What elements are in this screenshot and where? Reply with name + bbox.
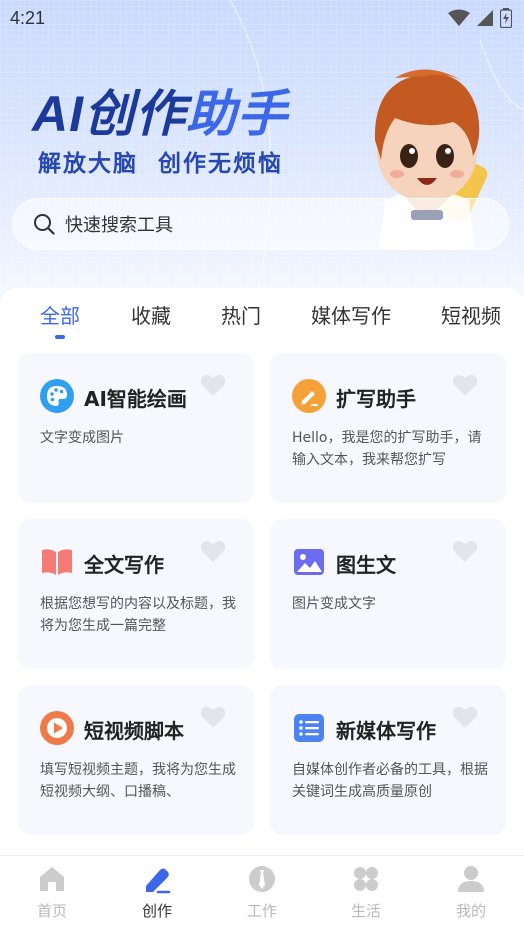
nav-item-create[interactable]: 创作 (117, 864, 197, 921)
card-description: 根据您想写的内容以及标题，我将为您生成一篇完整 (40, 596, 236, 634)
nav-item-profile[interactable]: 我的 (431, 864, 511, 921)
list-icon (294, 714, 324, 742)
card-title: 扩写助手 (336, 387, 416, 411)
favorite-heart-icon[interactable] (200, 539, 226, 563)
card-description: 文字变成图片 (40, 430, 124, 446)
card-title: AI智能绘画 (84, 387, 187, 411)
tool-card-expand-writing[interactable]: 扩写助手 Hello，我是您的扩写助手，请输入文本，我来帮您扩写 (270, 353, 506, 503)
tool-card-image-to-text[interactable]: 图生文 图片变成文字 (270, 519, 506, 669)
nav-label: 生活 (350, 902, 381, 920)
search-placeholder: 快速搜索工具 (65, 215, 173, 236)
create-icon (146, 868, 171, 894)
nav-label: 首页 (36, 902, 67, 920)
hero-title-highlight: 助手 (186, 86, 288, 142)
wifi-icon (448, 9, 470, 26)
hero-subtitle: 解放大脑 创作无烦恼 (38, 151, 284, 177)
signal-icon (477, 10, 493, 26)
favorite-heart-icon[interactable] (200, 705, 226, 729)
nav-item-life[interactable]: 生活 (326, 864, 406, 921)
hero-title-main: AI创作 (32, 86, 186, 142)
nav-item-work[interactable]: 工作 (222, 864, 302, 921)
hero-title: AI创作助手 (32, 74, 288, 146)
category-tabs: 全部 收藏 热门 媒体写作 短视频 (0, 290, 524, 340)
search-icon (34, 214, 55, 235)
card-description: Hello，我是您的扩写助手，请输入文本，我来帮您扩写 (292, 430, 482, 468)
tool-card-new-media-writing[interactable]: 新媒体写作 自媒体创作者必备的工具，根据关键词生成高质量原创 (270, 685, 506, 835)
life-icon (354, 867, 378, 891)
work-icon (249, 866, 275, 892)
nav-label: 工作 (246, 902, 277, 920)
tab-media-writing[interactable]: 媒体写作 (311, 300, 391, 329)
favorite-heart-icon[interactable] (452, 705, 478, 729)
tool-card-short-video-script[interactable]: 短视频脚本 填写短视频主题，我将为您生成短视频大纲、口播稿、 (18, 685, 254, 835)
card-description: 图片变成文字 (292, 596, 376, 612)
home-icon (40, 867, 64, 891)
palette-icon (40, 379, 74, 413)
status-time: 4:21 (10, 7, 46, 28)
nav-label: 我的 (455, 902, 486, 920)
card-title: 图生文 (336, 553, 396, 577)
card-title: 全文写作 (84, 553, 164, 577)
tab-all[interactable]: 全部 (40, 300, 80, 329)
book-icon (42, 549, 72, 575)
favorite-heart-icon[interactable] (452, 373, 478, 397)
tab-active-indicator (55, 335, 65, 339)
tool-card-ai-painting[interactable]: AI智能绘画 文字变成图片 (18, 353, 254, 503)
tab-favorites[interactable]: 收藏 (131, 300, 171, 329)
nav-item-home[interactable]: 首页 (12, 864, 92, 921)
card-title: 新媒体写作 (336, 719, 436, 743)
tab-short-video[interactable]: 短视频 (441, 300, 501, 329)
card-description: 填写短视频主题，我将为您生成短视频大纲、口播稿、 (40, 762, 236, 800)
card-description: 自媒体创作者必备的工具，根据关键词生成高质量原创 (292, 762, 488, 800)
tab-hot[interactable]: 热门 (221, 300, 261, 329)
status-bar: 4:21 (0, 0, 524, 36)
tool-card-full-writing[interactable]: 全文写作 根据您想写的内容以及标题，我将为您生成一篇完整 (18, 519, 254, 669)
battery-icon (500, 8, 512, 28)
card-title: 短视频脚本 (84, 719, 184, 743)
profile-icon (458, 866, 484, 892)
favorite-heart-icon[interactable] (200, 373, 226, 397)
nav-label: 创作 (141, 902, 172, 920)
favorite-heart-icon[interactable] (452, 539, 478, 563)
image-icon (294, 549, 324, 575)
play-icon (40, 711, 74, 745)
pencil-icon (292, 379, 326, 413)
search-bar[interactable]: 快速搜索工具 (12, 198, 509, 250)
bottom-nav: 首页 创作 工作 生活 我的 (0, 855, 524, 933)
